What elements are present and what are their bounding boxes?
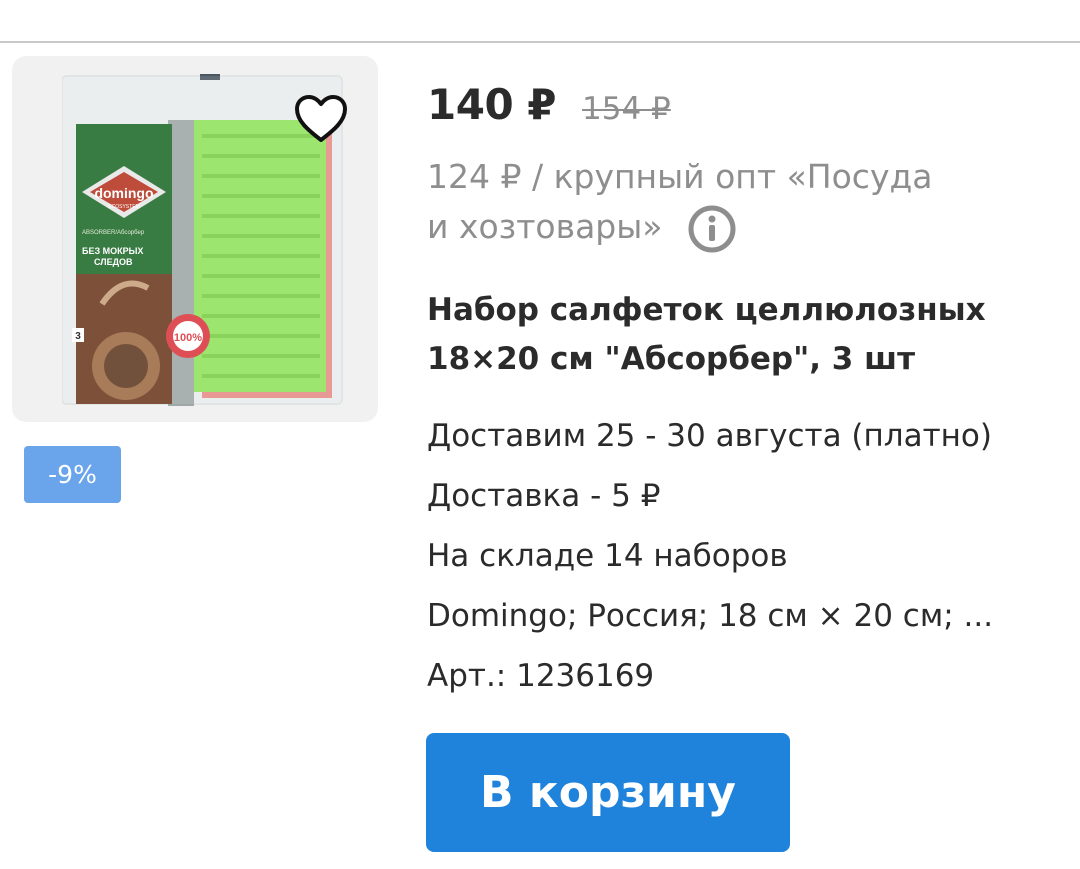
product-attributes: Domingo; Россия; 18 см × 20 см; ... [427, 597, 994, 634]
wholesale-price: 124 ₽ / крупный опт «Посуда и хозтовары» [427, 152, 987, 254]
current-price: 140 ₽ [427, 80, 557, 129]
heart-outline-icon [295, 95, 347, 142]
product-details: Доставим 25 - 30 августа (платно) Достав… [427, 406, 1047, 706]
product-title-line2: 18×20 см "Абсорбер", 3 шт [427, 340, 916, 377]
info-circle-icon [688, 205, 736, 252]
discount-badge: -9% [24, 446, 121, 503]
delivery-cost: Доставка - 5 ₽ [427, 477, 661, 514]
stock-info: На складе 14 наборов [427, 537, 788, 574]
product-image-card[interactable]: domingo ECOSYSTEM ABSORBER/Абсорбер БЕЗ … [12, 56, 378, 422]
add-to-cart-button[interactable]: В корзину [426, 733, 790, 852]
price-row: 140 ₽ 154 ₽ [427, 80, 1047, 144]
wholesale-price-line2: и хозтовары» [427, 207, 663, 246]
info-button[interactable] [687, 204, 737, 254]
product-card-page: domingo ECOSYSTEM ABSORBER/Абсорбер БЕЗ … [0, 0, 1080, 869]
top-divider [0, 41, 1080, 43]
old-price: 154 ₽ [582, 91, 671, 127]
wholesale-price-line2-row: и хозтовары» [427, 202, 987, 254]
wholesale-price-line1: 124 ₽ / крупный опт «Посуда [427, 157, 933, 196]
article-number: Арт.: 1236169 [427, 657, 655, 694]
product-info: 140 ₽ 154 ₽ 124 ₽ / крупный опт «Посуда … [427, 80, 1047, 706]
product-title[interactable]: Набор салфеток целлюлозных 18×20 см "Абс… [427, 286, 1027, 384]
product-title-line1: Набор салфеток целлюлозных [427, 291, 986, 328]
delivery-date: Доставим 25 - 30 августа (платно) [427, 417, 992, 454]
favorite-button[interactable] [290, 90, 352, 148]
